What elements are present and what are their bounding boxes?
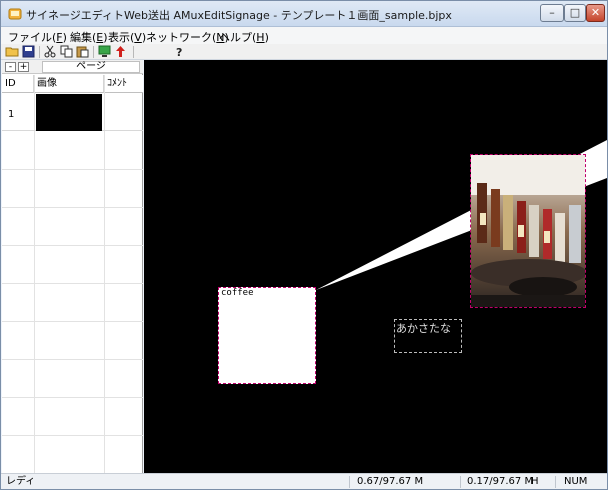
open-folder-icon[interactable] xyxy=(5,45,20,58)
column-divider xyxy=(104,75,105,473)
row-divider xyxy=(2,245,143,246)
save-icon[interactable] xyxy=(21,45,36,58)
coffee-syrup-photo[interactable] xyxy=(470,154,586,308)
paste-icon[interactable] xyxy=(75,45,90,58)
menu-bar: ファイル(F) 編集(E) 表示(V) ネットワーク(N) ヘルプ(H) xyxy=(1,27,607,44)
title-bar[interactable]: サイネージエディトWeb送出 AMuxEditSignage - テンプレート１… xyxy=(1,1,607,27)
svg-text:?: ? xyxy=(176,46,182,58)
toolbar-separator xyxy=(39,46,40,58)
signage-canvas[interactable]: coffee あかさたな xyxy=(144,60,607,473)
add-page-button[interactable]: + xyxy=(18,62,29,72)
text-object[interactable]: あかさたな xyxy=(394,319,462,353)
column-header-comment[interactable]: ｺﾒﾝﾄ xyxy=(104,75,143,93)
remove-page-button[interactable]: - xyxy=(5,62,16,72)
status-numlock: NUM xyxy=(564,476,588,487)
row-divider xyxy=(2,397,143,398)
page-panel-header: - + ページ xyxy=(2,60,143,74)
row-divider xyxy=(2,283,143,284)
table-row[interactable]: 1 xyxy=(2,94,143,131)
row-divider xyxy=(2,359,143,360)
close-button[interactable]: ✕ xyxy=(586,4,605,22)
help-icon[interactable]: ? xyxy=(173,45,188,58)
app-window: サイネージエディトWeb送出 AMuxEditSignage - テンプレート１… xyxy=(0,0,608,490)
status-bar: レディ 0.67/97.67 M 0.17/97.67 M H NUM xyxy=(1,473,607,489)
status-memory-1: 0.67/97.67 M xyxy=(357,476,424,487)
status-divider xyxy=(349,476,350,488)
toolbar-separator xyxy=(93,46,94,58)
monitor-icon[interactable] xyxy=(97,45,112,58)
row-divider xyxy=(2,169,143,170)
coffee-image-box[interactable]: coffee xyxy=(218,287,316,384)
column-header-id[interactable]: ID xyxy=(2,75,34,93)
app-icon xyxy=(8,8,22,20)
status-ready: レディ xyxy=(6,476,36,487)
row-id: 1 xyxy=(8,109,15,120)
column-divider xyxy=(34,75,35,473)
status-divider xyxy=(555,476,556,488)
status-memory-2: 0.17/97.67 M xyxy=(467,476,534,487)
text-object-label: あかさたな xyxy=(396,322,451,335)
menu-network[interactable]: ネットワーク(N) xyxy=(146,29,229,45)
toolbar-separator xyxy=(133,46,134,58)
maximize-button[interactable]: □ xyxy=(564,4,586,22)
column-header-image[interactable]: 画像 xyxy=(34,75,104,93)
row-divider xyxy=(2,321,143,322)
window-title: サイネージエディトWeb送出 AMuxEditSignage - テンプレート１… xyxy=(26,9,452,22)
menu-file[interactable]: ファイル(F) xyxy=(8,29,67,45)
copy-icon[interactable] xyxy=(59,45,74,58)
toolbar: ? xyxy=(1,44,607,60)
status-divider xyxy=(460,476,461,488)
minimize-button[interactable]: – xyxy=(540,4,564,22)
menu-help[interactable]: ヘルプ(H) xyxy=(219,29,269,45)
page-thumbnail xyxy=(36,94,102,131)
page-list-panel: - + ページ ID 画像 ｺﾒﾝﾄ 1 xyxy=(2,60,143,473)
row-divider xyxy=(2,435,143,436)
page-label: ページ xyxy=(42,61,140,73)
status-memory-2-flag: H xyxy=(531,476,539,487)
row-divider xyxy=(2,207,143,208)
upload-arrow-icon[interactable] xyxy=(113,45,128,58)
coffee-label: coffee xyxy=(221,288,254,298)
menu-view[interactable]: 表示(V) xyxy=(108,29,146,45)
menu-edit[interactable]: 編集(E) xyxy=(70,29,108,45)
cut-icon[interactable] xyxy=(43,45,58,58)
